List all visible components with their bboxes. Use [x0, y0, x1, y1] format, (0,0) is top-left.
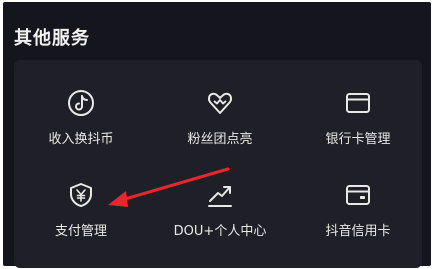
- service-income-exchange-coins[interactable]: 收入换抖币: [16, 88, 146, 168]
- tiktok-coin-icon: [66, 88, 96, 118]
- service-label: 粉丝团点亮: [187, 132, 253, 147]
- other-services-panel: 其他服务 收入换抖币 粉丝团点亮 银行卡管理 支付管理 DOU+个人中心 抖音信…: [3, 2, 431, 268]
- yuan-shield-icon: [66, 180, 96, 210]
- credit-card-icon: [343, 180, 373, 210]
- service-label: 支付管理: [54, 224, 107, 239]
- service-label: 银行卡管理: [325, 132, 391, 147]
- service-fan-club-light[interactable]: 粉丝团点亮: [155, 88, 285, 168]
- service-payment-management[interactable]: 支付管理: [16, 180, 146, 260]
- trend-up-icon: [205, 180, 235, 210]
- service-douyin-credit-card[interactable]: 抖音信用卡: [293, 180, 423, 260]
- fan-badge-icon: [205, 88, 235, 118]
- service-bank-card-management[interactable]: 银行卡管理: [293, 88, 423, 168]
- services-grid: 收入换抖币 粉丝团点亮 银行卡管理 支付管理 DOU+个人中心 抖音信用卡: [14, 60, 422, 268]
- service-label: 收入换抖币: [48, 132, 114, 147]
- bank-card-icon: [343, 88, 373, 118]
- service-label: DOU+个人中心: [173, 224, 267, 239]
- section-title: 其他服务: [14, 28, 90, 49]
- service-label: 抖音信用卡: [325, 224, 391, 239]
- service-dou-plus-center[interactable]: DOU+个人中心: [155, 180, 285, 260]
